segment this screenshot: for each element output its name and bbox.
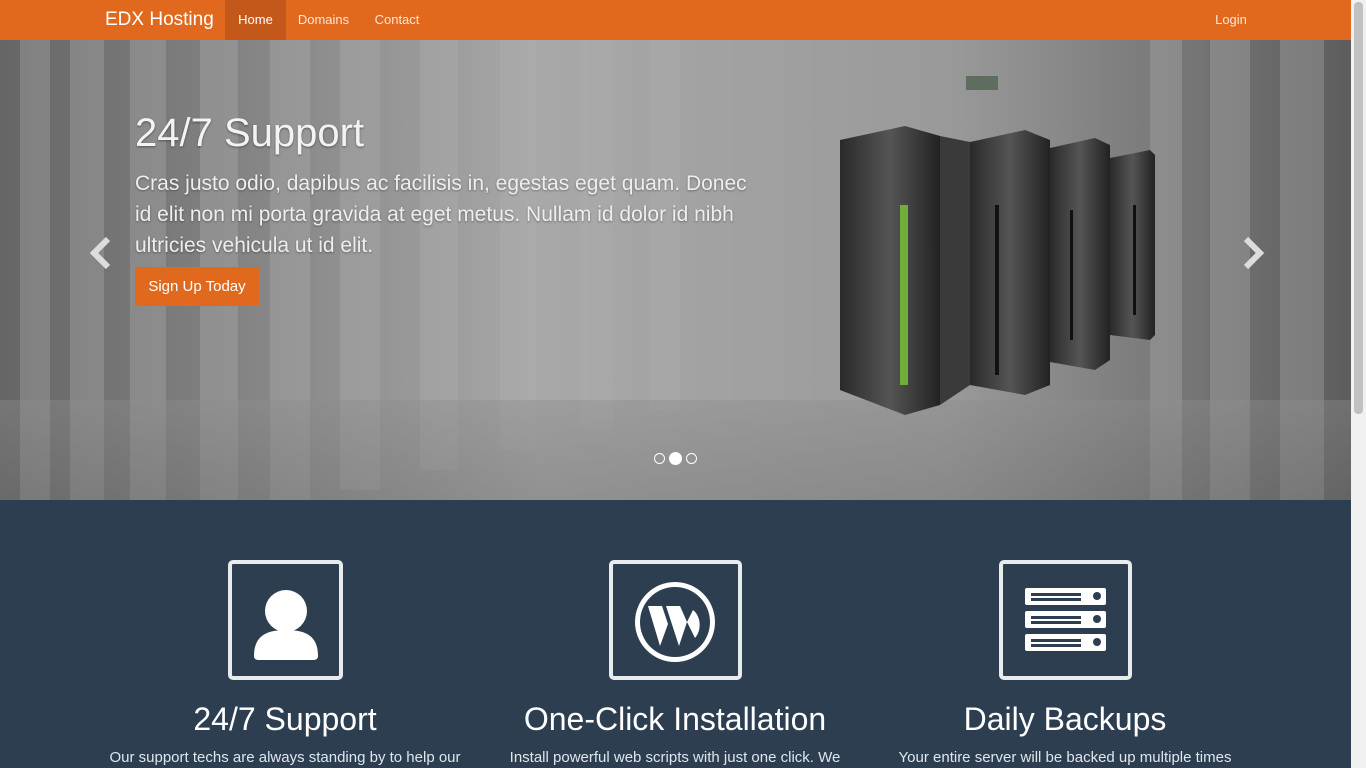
navbar: EDX Hosting Home Domains Contact Login [0, 0, 1351, 40]
feature-icon-box [228, 560, 343, 680]
server-icon [1025, 588, 1106, 651]
feature-title: 24/7 Support [193, 701, 377, 737]
feature-title: Daily Backups [963, 701, 1167, 737]
chevron-left-icon [89, 236, 111, 270]
carousel-indicator-2[interactable] [669, 452, 682, 465]
carousel-prev-button[interactable] [88, 235, 116, 271]
carousel-next-button[interactable] [1238, 235, 1266, 271]
carousel-indicators [654, 452, 698, 466]
feature-icon-box [999, 560, 1132, 680]
page-scrollbar[interactable] [1351, 0, 1366, 768]
features-section: 24/7 Support Our support techs are alway… [0, 500, 1351, 768]
feature-title: One-Click Installation [523, 701, 827, 737]
sign-up-button[interactable]: Sign Up Today [135, 267, 259, 306]
scrollbar-thumb[interactable] [1354, 2, 1363, 414]
carousel-indicator-1[interactable] [654, 453, 665, 464]
hero-title: 24/7 Support [135, 111, 365, 155]
carousel-indicator-3[interactable] [686, 453, 697, 464]
wordpress-icon [635, 582, 715, 662]
hero-text: Cras justo odio, dapibus ac facilisis in… [135, 172, 747, 257]
feature-text: Your entire server will be backed up mul… [898, 749, 1232, 766]
feature-text: Our support techs are always standing by… [109, 749, 461, 766]
login-link[interactable]: Login [1204, 0, 1258, 40]
hero-caption: 24/7 Support Cras justo odio, dapibus ac… [135, 110, 775, 306]
nav-item-domains[interactable]: Domains [286, 0, 361, 40]
nav-item-contact[interactable]: Contact [361, 0, 433, 40]
brand-link[interactable]: EDX Hosting [105, 0, 214, 40]
user-icon [254, 590, 318, 660]
nav-item-home[interactable]: Home [225, 0, 286, 40]
hero-carousel: 24/7 Support Cras justo odio, dapibus ac… [0, 40, 1351, 500]
feature-icon-box [609, 560, 742, 680]
feature-text: Install powerful web scripts with just o… [509, 749, 841, 766]
chevron-right-icon [1243, 236, 1265, 270]
